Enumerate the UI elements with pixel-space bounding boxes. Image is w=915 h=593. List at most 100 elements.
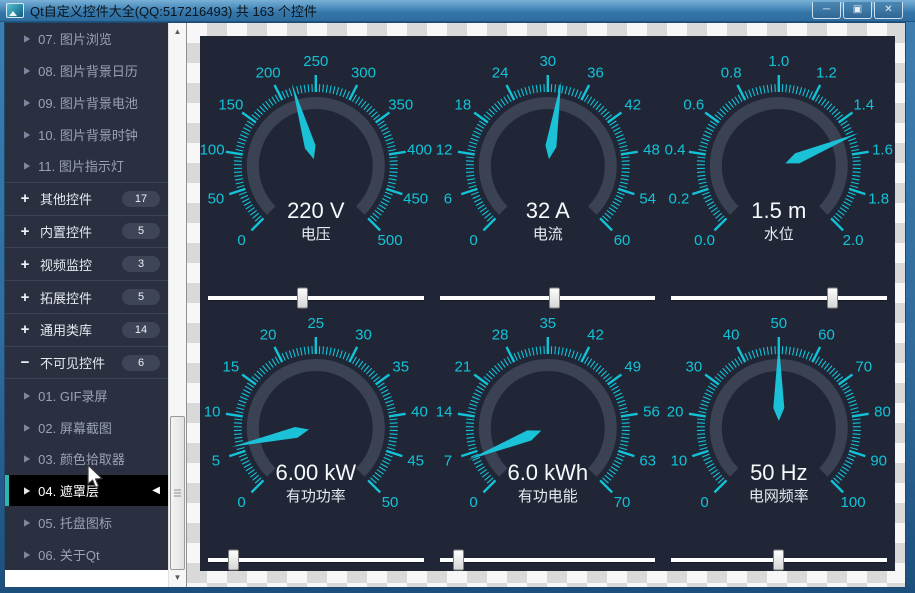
count-badge: 14 [122,322,160,338]
gauge-tick-label: 35 [539,315,556,332]
count-badge: 6 [122,355,160,371]
slider-handle[interactable] [773,550,784,571]
slider-handle[interactable] [827,288,838,309]
close-button[interactable]: ✕ [874,2,903,19]
slider-handle[interactable] [453,550,464,571]
minus-icon[interactable]: − [19,354,31,371]
tree-item-label: 09. 图片背景电池 [38,93,138,112]
gauge-tick-label: 0.0 [694,232,715,249]
gauge-tick-label: 63 [639,452,656,469]
chevron-right-icon[interactable]: ▶ [24,453,30,464]
chevron-right-icon[interactable]: ▶ [24,97,30,108]
slider-track[interactable] [440,296,656,300]
app-icon [6,3,24,18]
gauge-tick-label: 50 [771,315,788,332]
slider-track[interactable] [208,296,424,300]
tree-item-13[interactable]: ▶03. 颜色拾取器 [5,443,168,475]
gauge-tick-label: 45 [407,452,424,469]
slider-grid-frequency [663,548,895,572]
tree-item-2[interactable]: ▶ 09. 图片背景电池 [5,87,168,119]
gauge-tick-label: 1.2 [816,64,837,81]
tree-item-label: 其他控件 [40,189,92,208]
slider-handle[interactable] [297,288,308,309]
tree-item-3[interactable]: ▶10. 图片背景时钟 [5,118,168,150]
gauge-tick-label: 200 [256,64,281,81]
tree-item-8[interactable]: + 拓展控件 5 [5,280,168,313]
gauge-tick-label: 2.0 [843,232,864,249]
tree-item-label: 拓展控件 [40,288,92,307]
tree-item-0[interactable]: ▶ 07. 图片浏览 [5,23,168,55]
tree-item-15[interactable]: ▶05. 托盘图标 [5,506,168,538]
plus-icon[interactable]: + [19,223,31,240]
slider-track[interactable] [671,296,887,300]
tree-item-6[interactable]: +内置控件5 [5,215,168,248]
gauge-value-text: 6.00 kW [275,460,356,485]
plus-icon[interactable]: + [19,190,31,207]
slider-row-top [200,286,895,310]
tree-item-10[interactable]: −不可见控件6 [5,346,168,379]
tree-item-4[interactable]: ▶11. 图片指示灯 [5,150,168,182]
scroll-down-icon[interactable]: ▼ [169,571,186,585]
scroll-up-icon[interactable]: ▲ [169,25,186,39]
chevron-right-icon[interactable]: ▶ [24,33,30,44]
gauge-tick-label: 0 [237,232,245,249]
count-badge: 5 [122,289,160,305]
gauge-name-label: 电流 [532,226,562,243]
gauge-tick-label: 5 [212,452,220,469]
gauge-tick-label: 6 [443,190,451,207]
gauge-tick-label: 0.4 [665,142,686,159]
plus-icon[interactable]: + [19,289,31,306]
slider-voltage [200,286,432,310]
gauge-tick-label: 10 [671,452,688,469]
gauge-tick-label: 20 [260,326,277,343]
gauge-tick-label: 54 [639,190,656,207]
slider-track[interactable] [208,558,424,562]
tree-item-label: 07. 图片浏览 [38,29,112,48]
tree-item-label: 视频监控 [40,255,92,274]
chevron-right-icon[interactable]: ▶ [24,65,30,76]
gauge-tick-label: 12 [435,142,452,159]
gauge-cell-current: 0612182430364248546032 A电流 [432,36,664,286]
tree-item-12[interactable]: ▶02. 屏幕截图 [5,411,168,443]
slider-track[interactable] [440,558,656,562]
gauge-tick-label: 40 [723,326,740,343]
chevron-right-icon[interactable]: ▶ [24,161,30,172]
chevron-right-icon[interactable]: ▶ [24,422,30,433]
chevron-right-icon[interactable]: ▶ [24,390,30,401]
chevron-right-icon[interactable]: ▶ [24,517,30,528]
gauge-cell-grid-frequency: 010203040506070809010050 Hz电网频率 [663,310,895,548]
gauge-tick-label: 0 [469,232,477,249]
slider-handle[interactable] [228,550,239,571]
gauge-tick-label: 70 [613,494,630,511]
tree-item-11[interactable]: ▶01. GIF录屏 [5,378,168,411]
tree-item-16[interactable]: ▶06. 关于Qt [5,538,168,570]
chevron-right-icon[interactable]: ▶ [24,549,30,560]
tree-item-7[interactable]: + 视频监控 3 [5,247,168,280]
gauge-tick-label: 30 [686,358,703,375]
minimize-button[interactable]: ─ [812,2,841,19]
tree-item-9[interactable]: +通用类库14 [5,313,168,346]
gauge-tick-label: 400 [407,142,432,159]
gauge-name-label: 电压 [301,226,331,243]
slider-current [432,286,664,310]
maximize-button[interactable]: ▣ [843,2,872,19]
plus-icon[interactable]: + [19,321,31,338]
gauge-tick-label: 1.4 [854,96,875,113]
tree-item-5[interactable]: +其他控件17 [5,182,168,215]
plus-icon[interactable]: + [19,256,31,273]
slider-handle[interactable] [549,288,560,309]
gauge-tick-label: 100 [841,494,866,511]
tree-item-label: 内置控件 [40,222,92,241]
chevron-right-icon[interactable]: ▶ [24,485,30,496]
gauge-value-text: 32 A [525,198,569,223]
count-badge: 3 [122,256,160,272]
chevron-right-icon[interactable]: ▶ [24,129,30,140]
tree-item-1[interactable]: ▶08. 图片背景日历 [5,55,168,87]
tree-item-14[interactable]: ▶04. 遮罩层◀ [5,475,168,507]
scrollbar-thumb[interactable] [170,416,185,570]
sidebar-scrollbar[interactable]: ▲ ▼ [168,23,186,587]
gauge-tick-label: 250 [303,53,328,70]
gauge-tick-label: 0.8 [721,64,742,81]
gauge-tick-label: 60 [818,326,835,343]
gauge-cell-voltage: 050100150200250300350400450500220 V电压 [200,36,432,286]
